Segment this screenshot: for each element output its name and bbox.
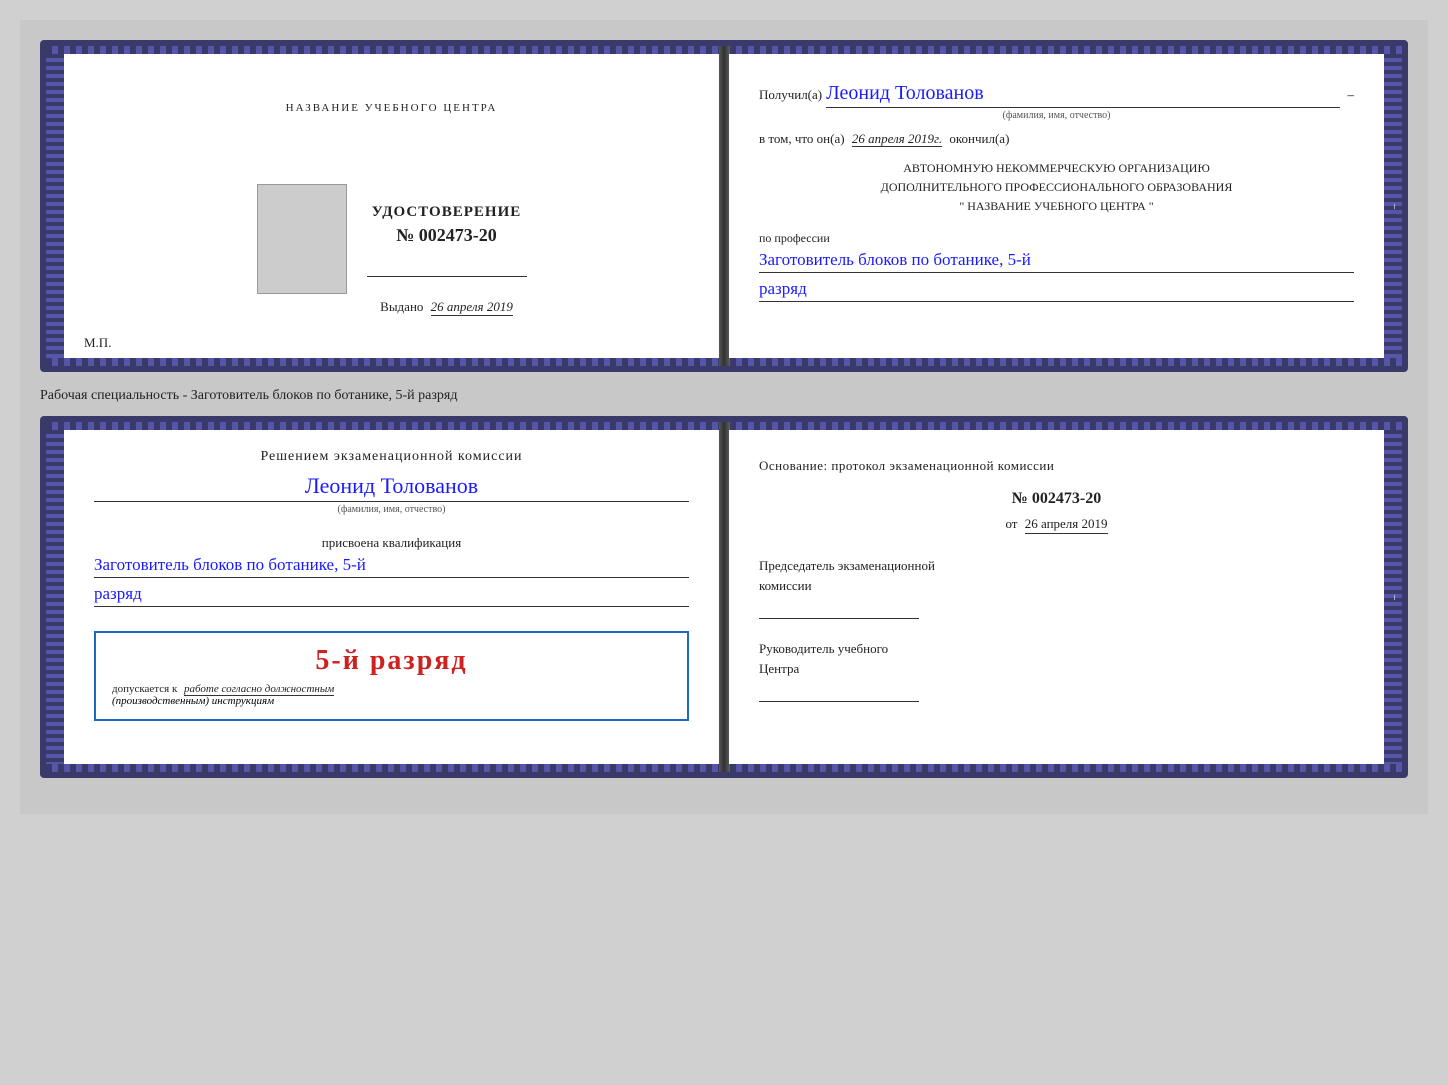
specialty-label: Рабочая специальность - Заготовитель бло… (40, 388, 1408, 404)
strip-char2-dash6: – (1237, 595, 1248, 600)
basis-line: Основание: протокол экзаменационной коми… (759, 458, 1354, 474)
certificate-card-2: Решением экзаменационной комиссии Леонид… (40, 416, 1408, 778)
issued-prefix: Выдано (380, 299, 423, 314)
org-title-1: НАЗВАНИЕ УЧЕБНОГО ЦЕНТРА (286, 102, 498, 114)
profession-value-1: Заготовитель блоков по ботанике, 5-й (759, 250, 1354, 273)
head-line2: Центра (759, 661, 799, 676)
issued-date: 26 апреля 2019 (431, 299, 513, 316)
confirm-suffix: окончил(а) (949, 131, 1009, 146)
strip-char2-dash3: – (1294, 595, 1305, 600)
strip-char2-dash2: – (1370, 595, 1381, 600)
org-line2: ДОПОЛНИТЕЛЬНОГО ПРОФЕССИОНАЛЬНОГО ОБРАЗО… (759, 178, 1354, 197)
photo-placeholder (257, 184, 347, 294)
protocol-date: 26 апреля 2019 (1025, 516, 1108, 534)
left-decorative-strip-2 (46, 422, 64, 772)
strip-char2-arrow: ← (1313, 592, 1324, 602)
mp-label: М.П. (84, 335, 111, 351)
protocol-number: № 002473-20 (759, 490, 1354, 508)
recipient-name-1: Леонид Толованов (826, 82, 1339, 108)
strip-char2-dash1: – (1389, 595, 1400, 600)
instructions: (производственным) инструкциям (112, 695, 671, 707)
cert-label: УДОСТОВЕРЕНИЕ (372, 204, 522, 221)
cert-number: № 002473-20 (396, 225, 497, 246)
fio-label-1: (фамилия, имя, отчество) (759, 110, 1354, 121)
confirm-date: 26 апреля 2019г. (852, 131, 942, 147)
chairman-line1: Председатель экзаменационной (759, 558, 935, 573)
head-line1: Руководитель учебного (759, 641, 888, 656)
rank-value-1: разряд (759, 279, 1354, 302)
stamp-rank: 5-й разряд (112, 645, 671, 677)
strip-char2-a: а (1332, 595, 1343, 599)
profession-label: по профессии (759, 231, 1354, 246)
right-decorative-strip-1: – – и а ← – – – – (1384, 46, 1402, 366)
chairman-signature-line (759, 599, 919, 619)
head-signature-line (759, 682, 919, 702)
head-section: Руководитель учебного Центра (759, 639, 1354, 706)
strip-char-dash1: – (1389, 204, 1400, 209)
protocol-date-line: от 26 апреля 2019 (759, 516, 1354, 532)
em-dash-1: – (1348, 87, 1355, 103)
head-title: Руководитель учебного Центра (759, 639, 1354, 678)
confirm-line: в том, что он(а) 26 апреля 2019г. окончи… (759, 131, 1354, 147)
strip-char2-dash5: – (1256, 595, 1267, 600)
strip-char2-dash4: – (1275, 595, 1286, 600)
org-line1: АВТОНОМНУЮ НЕКОММЕРЧЕСКУЮ ОРГАНИЗАЦИЮ (759, 159, 1354, 178)
strip-char2-i: и (1351, 594, 1362, 599)
allowed-text: допускается к (112, 683, 177, 695)
commission-heading: Решением экзаменационной комиссии (94, 446, 689, 467)
stamp-box: 5-й разряд допускается к работе согласно… (94, 631, 689, 721)
right-page-1: Получил(а) Леонид Толованов – (фамилия, … (719, 46, 1384, 366)
page-wrapper: НАЗВАНИЕ УЧЕБНОГО ЦЕНТРА УДОСТОВЕРЕНИЕ №… (20, 20, 1428, 814)
qualification-value: Заготовитель блоков по ботанике, 5-й (94, 555, 689, 578)
left-decorative-strip-1 (46, 46, 64, 366)
org-line3: " НАЗВАНИЕ УЧЕБНОГО ЦЕНТРА " (759, 197, 1354, 216)
chairman-line2: комиссии (759, 578, 812, 593)
qualification-label: присвоена квалификация (94, 535, 689, 551)
issued-line: Выдано 26 апреля 2019 (380, 299, 513, 315)
fio-label-2: (фамилия, имя, отчество) (94, 504, 689, 515)
rank-value2: разряд (94, 584, 689, 607)
confirm-prefix: в том, что он(а) (759, 131, 845, 146)
left-page-1: НАЗВАНИЕ УЧЕБНОГО ЦЕНТРА УДОСТОВЕРЕНИЕ №… (64, 46, 719, 366)
right-decorative-strip-2: – – и а ← – – – – (1384, 422, 1402, 772)
certificate-card-1: НАЗВАНИЕ УЧЕБНОГО ЦЕНТРА УДОСТОВЕРЕНИЕ №… (40, 40, 1408, 372)
date-prefix: от (1005, 516, 1017, 531)
left-page-2: Решением экзаменационной комиссии Леонид… (64, 422, 719, 772)
org-block: АВТОНОМНУЮ НЕКОММЕРЧЕСКУЮ ОРГАНИЗАЦИЮ ДО… (759, 159, 1354, 217)
stamp-allowed: допускается к работе согласно должностны… (112, 683, 671, 695)
person-name-large: Леонид Толованов (94, 473, 689, 502)
recipient-prefix: Получил(а) (759, 87, 822, 103)
